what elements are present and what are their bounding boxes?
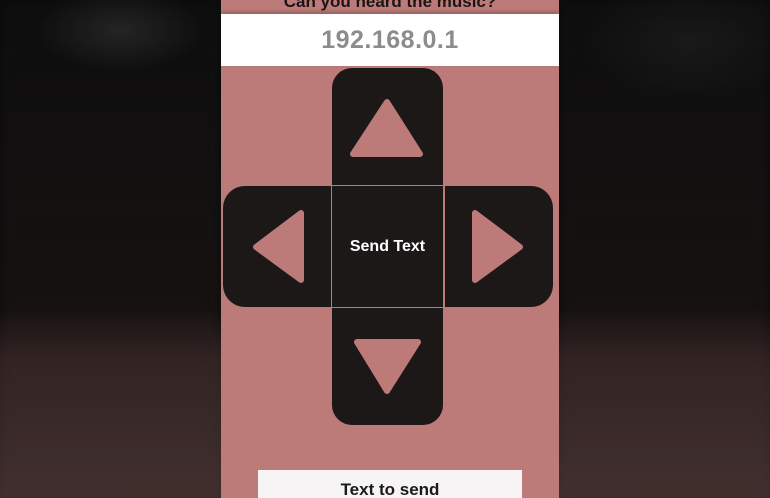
dpad-up-button[interactable] (332, 68, 443, 185)
dpad-down-button[interactable] (332, 308, 443, 425)
text-to-send-input[interactable] (258, 470, 522, 498)
dpad-right-button[interactable] (445, 186, 553, 307)
dpad-left-button[interactable] (223, 186, 331, 307)
background-blur-right (559, 0, 770, 498)
screen: Can you heard the music? 192.168.0.1 Sen… (0, 0, 770, 498)
ip-address-text: 192.168.0.1 (321, 26, 459, 54)
app-screen: Can you heard the music? 192.168.0.1 Sen… (221, 0, 559, 498)
ip-address-bar: 192.168.0.1 (221, 14, 559, 66)
send-text-label: Send Text (349, 237, 426, 255)
triangle-up-icon (350, 99, 423, 157)
header-question: Can you heard the music? (283, 0, 497, 11)
triangle-left-icon (253, 210, 304, 283)
send-text-button[interactable]: Send Text (332, 186, 443, 307)
background-blur-left (0, 0, 221, 498)
triangle-down-icon (354, 339, 421, 394)
triangle-right-icon (472, 210, 523, 283)
